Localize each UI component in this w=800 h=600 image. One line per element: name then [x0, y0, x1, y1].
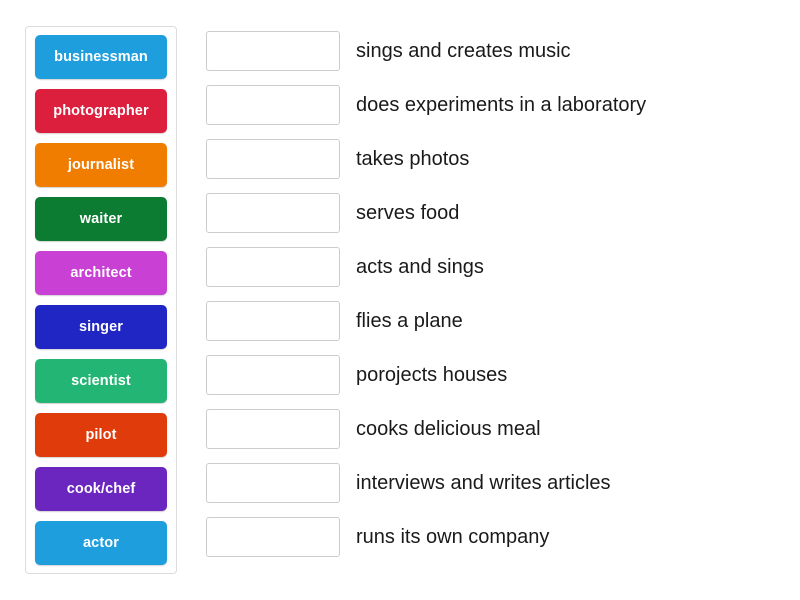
match-row: sings and creates music	[206, 31, 791, 71]
answer-dropzone[interactable]	[206, 139, 340, 179]
definition-text: flies a plane	[356, 309, 463, 332]
answer-dropzone[interactable]	[206, 355, 340, 395]
word-tile-label: waiter	[79, 210, 123, 227]
match-row: serves food	[206, 193, 791, 233]
word-tile-label: architect	[70, 264, 132, 281]
word-tile[interactable]: architect	[35, 251, 167, 295]
match-row: does experiments in a laboratory	[206, 85, 791, 125]
word-tile-label: businessman	[54, 48, 148, 65]
match-row: flies a plane	[206, 301, 791, 341]
definition-text: serves food	[356, 201, 460, 224]
match-row: interviews and writes articles	[206, 463, 791, 503]
definition-text: sings and creates music	[356, 39, 571, 62]
answer-dropzone[interactable]	[206, 517, 340, 557]
word-tile[interactable]: waiter	[35, 197, 167, 241]
answer-dropzone[interactable]	[206, 301, 340, 341]
definition-rows: sings and creates music does experiments…	[206, 31, 791, 557]
definition-text: porojects houses	[356, 363, 508, 386]
word-tile-label: scientist	[71, 372, 131, 389]
tiles-panel: businessman photographer journalist wait…	[25, 26, 177, 574]
match-row: cooks delicious meal	[206, 409, 791, 449]
word-tile[interactable]: singer	[35, 305, 167, 349]
word-tile[interactable]: journalist	[35, 143, 167, 187]
definition-text: interviews and writes articles	[356, 471, 611, 494]
word-tile[interactable]: cook/chef	[35, 467, 167, 511]
match-up-activity: businessman photographer journalist wait…	[0, 0, 800, 600]
definition-text: runs its own company	[356, 525, 550, 548]
word-tile[interactable]: actor	[35, 521, 167, 565]
match-row: porojects houses	[206, 355, 791, 395]
word-tile-label: actor	[83, 534, 119, 551]
word-tile-label: pilot	[85, 426, 117, 443]
answer-dropzone[interactable]	[206, 409, 340, 449]
definition-text: acts and sings	[356, 255, 484, 278]
answer-dropzone[interactable]	[206, 31, 340, 71]
word-tile[interactable]: pilot	[35, 413, 167, 457]
match-row: acts and sings	[206, 247, 791, 287]
answer-dropzone[interactable]	[206, 85, 340, 125]
answer-dropzone[interactable]	[206, 247, 340, 287]
definition-text: takes photos	[356, 147, 470, 170]
word-tile-label: singer	[78, 318, 124, 335]
word-tile[interactable]: photographer	[35, 89, 167, 133]
word-tile[interactable]: scientist	[35, 359, 167, 403]
answer-dropzone[interactable]	[206, 193, 340, 233]
word-tile[interactable]: businessman	[35, 35, 167, 79]
word-tile-label: journalist	[67, 156, 135, 173]
answer-dropzone[interactable]	[206, 463, 340, 503]
word-tile-label: cook/chef	[66, 480, 136, 497]
definition-text: cooks delicious meal	[356, 417, 541, 440]
match-row: takes photos	[206, 139, 791, 179]
word-tile-label: photographer	[53, 102, 149, 119]
definition-text: does experiments in a laboratory	[356, 93, 647, 116]
match-row: runs its own company	[206, 517, 791, 557]
